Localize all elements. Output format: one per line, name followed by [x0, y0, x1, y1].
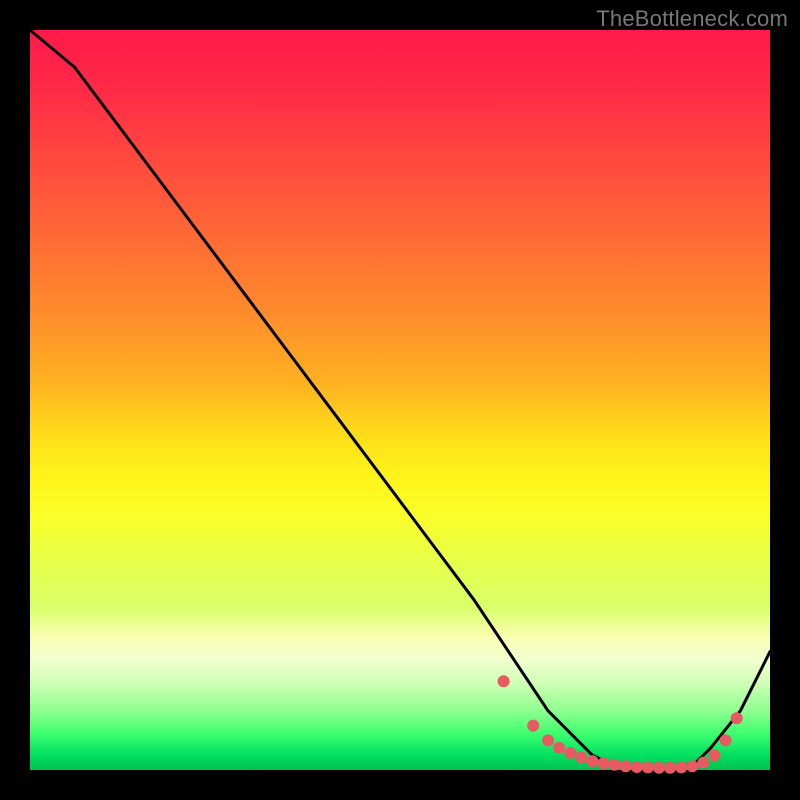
marker-dot: [586, 755, 598, 767]
marker-dot: [542, 734, 554, 746]
curve-line-group: [30, 30, 770, 768]
marker-dot: [675, 761, 687, 773]
marker-dot: [709, 749, 721, 761]
marker-dot: [498, 675, 510, 687]
marker-dot: [697, 757, 709, 769]
marker-dot: [598, 757, 610, 769]
marker-dot: [664, 762, 676, 774]
marker-dot: [631, 761, 643, 773]
marker-dot: [720, 734, 732, 746]
marker-dot: [642, 761, 654, 773]
marker-dot: [564, 747, 576, 759]
bottleneck-curve: [30, 30, 770, 768]
chart-frame: TheBottleneck.com: [0, 0, 800, 800]
chart-plot-area: [30, 30, 770, 770]
marker-dot: [553, 742, 565, 754]
watermark-text: TheBottleneck.com: [596, 6, 788, 32]
marker-dot: [527, 720, 539, 732]
marker-dot: [686, 760, 698, 772]
marker-dot: [609, 759, 621, 771]
marker-dot: [575, 751, 587, 763]
marker-dot: [731, 712, 743, 724]
marker-dot: [620, 760, 632, 772]
chart-svg: [30, 30, 770, 770]
marker-dot: [653, 762, 665, 774]
